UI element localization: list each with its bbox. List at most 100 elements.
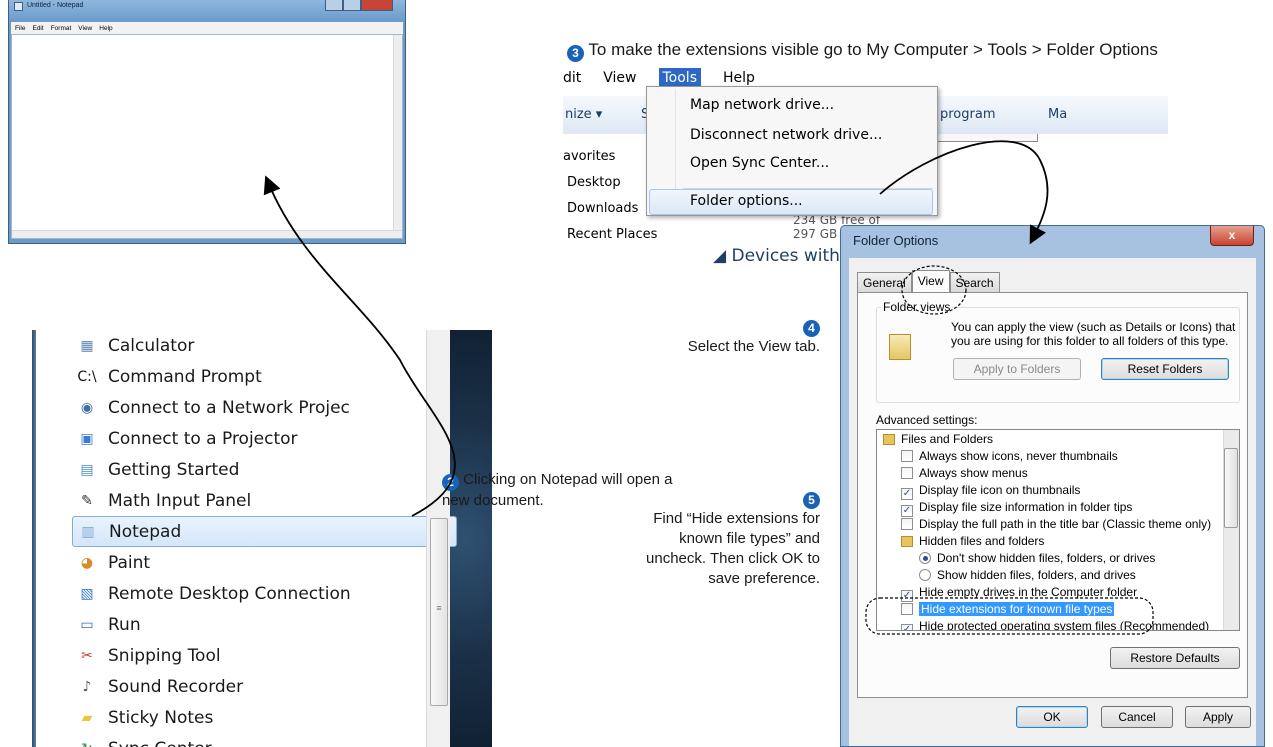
setting-label: Always show icons, never thumbnails	[919, 449, 1118, 463]
program-remote-desktop-connection[interactable]: ▧ Remote Desktop Connection	[72, 578, 457, 609]
command-prompt-icon: C:\	[77, 368, 97, 385]
getting-started-icon: ▤	[80, 461, 94, 478]
program-run[interactable]: ▭ Run	[72, 609, 457, 640]
program-notepad[interactable]: ▥ Notepad	[72, 516, 457, 547]
apply-button[interactable]: Apply	[1185, 706, 1251, 728]
notepad-icon: ▥	[81, 523, 95, 540]
nav-recent-places[interactable]: Recent Places	[563, 222, 657, 248]
setting-label: Hide extensions for known file types	[919, 602, 1115, 616]
program-calculator[interactable]: ▦ Calculator	[72, 330, 457, 361]
menu-item-disconnect-network-drive[interactable]: Disconnect network drive...	[690, 127, 882, 143]
notepad-titlebar[interactable]: Untitled - Notepad	[9, 0, 405, 22]
reset-folders-button[interactable]: Reset Folders	[1101, 358, 1229, 380]
start-menu-scrollbar[interactable]: ≡	[426, 330, 450, 747]
map-drive-button[interactable]: Ma	[1048, 107, 1067, 122]
scrollbar-thumb[interactable]: ≡	[430, 518, 448, 706]
setting-label: Hide protected operating system files (R…	[919, 619, 1210, 631]
menu-edit[interactable]: dit	[563, 70, 581, 86]
setting-row[interactable]: Display the full path in the title bar (…	[877, 516, 1211, 533]
program-paint[interactable]: ◕ Paint	[72, 547, 457, 578]
setting-row[interactable]: Always show menus	[877, 465, 1028, 482]
menu-view[interactable]: View	[603, 70, 636, 86]
setting-row[interactable]: Hidden files and folders	[877, 533, 1044, 550]
program-label: Connect to a Network Projec	[108, 397, 350, 418]
menu-file[interactable]: File	[15, 25, 25, 32]
navigation-pane: avorites Desktop Downloads Recent Places	[563, 144, 657, 248]
program-command-prompt[interactable]: C:\ Command Prompt	[72, 361, 457, 392]
notepad-window-buttons	[325, 0, 393, 12]
maximize-icon[interactable]	[343, 0, 361, 11]
checkbox[interactable]	[901, 603, 913, 615]
organize-button[interactable]: nize ▾	[565, 107, 602, 122]
checkbox[interactable]: ✓	[901, 624, 913, 630]
menu-help[interactable]: Help	[99, 25, 112, 32]
setting-row[interactable]: Hide extensions for known file types	[877, 601, 1115, 618]
notepad-horizontal-scrollbar[interactable]	[12, 230, 402, 238]
setting-row[interactable]: Don't show hidden files, folders, or dri…	[877, 550, 1155, 567]
menu-help[interactable]: Help	[723, 70, 755, 86]
program-getting-started[interactable]: ▤ Getting Started	[72, 454, 457, 485]
menu-view[interactable]: View	[78, 25, 92, 32]
tab-general[interactable]: General	[857, 272, 912, 292]
program-list: ▦ Calculator C:\ Command Prompt ◉ Connect to …	[72, 330, 457, 747]
remote-desktop-icon: ▧	[80, 585, 94, 602]
checkbox[interactable]	[901, 450, 913, 462]
close-icon[interactable]: x	[1210, 226, 1254, 246]
notepad-text-area[interactable]	[11, 34, 403, 239]
notepad-vertical-scrollbar[interactable]	[393, 35, 402, 230]
setting-row[interactable]: ✓ Hide protected operating system files (…	[877, 618, 1210, 631]
advanced-settings-tree: Files and Folders Always show icons, neve…	[876, 429, 1240, 631]
tab-search[interactable]: Search	[949, 272, 1000, 292]
minimize-icon[interactable]	[325, 0, 343, 11]
nav-desktop[interactable]: Desktop	[563, 170, 657, 196]
notepad-title: Untitled - Notepad	[27, 2, 84, 9]
program-label: Connect to a Projector	[108, 428, 298, 449]
program-sync-center[interactable]: ↻ Sync Center	[72, 733, 457, 747]
program-connect-to-a-projector[interactable]: ▣ Connect to a Projector	[72, 423, 457, 454]
scrollbar-thumb[interactable]	[1224, 448, 1238, 528]
folder-views-icon	[889, 334, 911, 360]
setting-row[interactable]: ✓ Hide empty drives in the Computer folde…	[877, 584, 1137, 602]
setting-row[interactable]: Always show icons, never thumbnails	[877, 448, 1118, 465]
program-snipping-tool[interactable]: ✂ Snipping Tool	[72, 640, 457, 671]
apply-to-folders-button[interactable]: Apply to Folders	[953, 358, 1081, 380]
restore-defaults-button[interactable]: Restore Defaults	[1110, 647, 1240, 669]
setting-label: Display file icon on thumbnails	[919, 483, 1081, 497]
tools-dropdown-menu: Map network drive... Disconnect network …	[646, 86, 938, 216]
nav-downloads[interactable]: Downloads	[563, 196, 657, 222]
checkbox[interactable]	[901, 467, 913, 479]
devices-heading[interactable]: ◢ Devices with	[713, 246, 840, 266]
checkbox[interactable]	[901, 518, 913, 530]
program-label: Getting Started	[108, 459, 240, 480]
program-sound-recorder[interactable]: ♪ Sound Recorder	[72, 671, 457, 702]
program-connect-to-a-network-projec[interactable]: ◉ Connect to a Network Projec	[72, 392, 457, 423]
microphone-icon: ♪	[82, 678, 92, 695]
start-menu-border	[32, 330, 36, 747]
setting-row[interactable]: ✓ Display file size information in folder…	[877, 499, 1132, 517]
view-tab-panel: Folder views You can apply the view (suc…	[857, 292, 1248, 698]
radio-button[interactable]	[919, 569, 931, 581]
setting-label: Hidden files and folders	[919, 534, 1045, 548]
close-icon[interactable]	[361, 0, 393, 11]
folder-options-dialog: Folder Options x General View Search Fol…	[840, 225, 1265, 747]
tab-view[interactable]: View	[911, 270, 950, 292]
setting-row[interactable]: Files and Folders	[877, 431, 993, 448]
radio-button[interactable]	[919, 552, 931, 564]
advanced-settings-scrollbar[interactable]	[1223, 430, 1239, 630]
setting-row[interactable]: Show hidden files, folders, and drives	[877, 567, 1136, 584]
menu-edit[interactable]: Edit	[32, 25, 43, 32]
program-sticky-notes[interactable]: ▰ Sticky Notes	[72, 702, 457, 733]
nav-favorites[interactable]: avorites	[563, 144, 657, 170]
devices-heading-label: Devices with	[731, 246, 840, 266]
program-math-input-panel[interactable]: ✎ Math Input Panel	[72, 485, 457, 516]
menu-item-folder-options[interactable]: Folder options...	[690, 193, 803, 209]
menu-item-map-network-drive[interactable]: Map network drive...	[690, 97, 834, 113]
setting-row[interactable]: ✓ Display file icon on thumbnails	[877, 482, 1081, 500]
ok-button[interactable]: OK	[1016, 706, 1088, 728]
uninstall-program-button[interactable]: program	[940, 107, 996, 122]
menu-tools[interactable]: Tools	[658, 68, 701, 88]
cancel-button[interactable]: Cancel	[1101, 706, 1173, 728]
paint-icon: ◕	[80, 554, 94, 571]
menu-format[interactable]: Format	[51, 25, 72, 32]
menu-item-open-sync-center[interactable]: Open Sync Center...	[690, 155, 829, 171]
